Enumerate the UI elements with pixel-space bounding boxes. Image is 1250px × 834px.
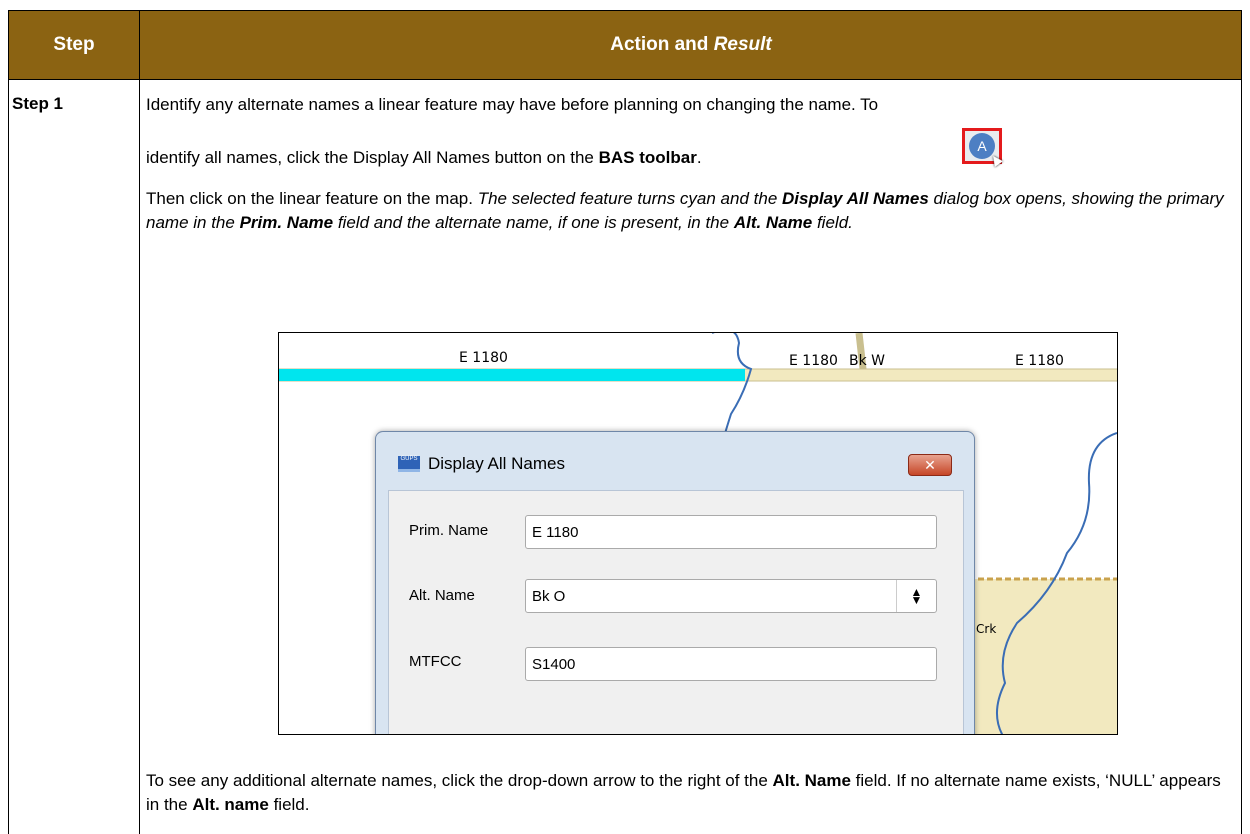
spin-arrows-icon[interactable]: ▲ ▼: [896, 580, 936, 612]
table-header: Step Action and Result: [9, 10, 1241, 80]
dialog-titlebar: GUPS Display All Names: [376, 432, 974, 496]
map-label: E 1180: [459, 350, 508, 366]
close-icon: ✕: [924, 456, 936, 473]
display-all-names-icon: A: [969, 133, 1003, 167]
display-all-names-dialog: GUPS Display All Names ✕ Prim. Name E 11…: [375, 431, 975, 734]
display-all-names-button[interactable]: A: [962, 128, 1003, 167]
alt-name-label: Alt. Name: [409, 587, 475, 604]
header-action-text: Action and: [610, 34, 709, 55]
step-label: Step 1: [12, 94, 64, 113]
instruction-line-1: Identify any alternate names a linear fe…: [146, 95, 879, 114]
instruction-paragraph-3: To see any additional alternate names, c…: [146, 771, 1221, 814]
dialog-title: Display All Names: [428, 454, 565, 473]
map-label: E 1180: [789, 353, 838, 369]
mtfcc-field[interactable]: S1400: [525, 647, 937, 681]
alt-name-dropdown[interactable]: Bk O ▲ ▼: [525, 579, 937, 613]
column-divider: [139, 10, 140, 80]
header-step: Step: [53, 34, 95, 55]
map-label: Bk W: [849, 353, 886, 369]
close-button[interactable]: ✕: [908, 454, 952, 476]
mtfcc-label: MTFCC: [409, 653, 462, 670]
column-divider: [139, 80, 140, 834]
map-label: Crk: [976, 622, 997, 636]
alt-name-value: Bk O: [532, 587, 566, 605]
header-action: Action and Result: [140, 11, 1242, 79]
instruction-paragraph-2: Then click on the linear feature on the …: [146, 189, 1224, 232]
prim-name-field[interactable]: E 1180: [525, 515, 937, 549]
map-screenshot: E 1180 E 1180 Bk W E 1180 Crk GUPS Displ…: [278, 332, 1118, 735]
bas-toolbar-text: BAS toolbar: [598, 148, 697, 167]
land-area: [969, 579, 1117, 734]
dialog-body: Prim. Name E 1180 Alt. Name Bk O ▲ ▼ MTFC…: [388, 490, 964, 734]
gups-logo-icon: GUPS: [398, 456, 420, 472]
header-result-text: Result: [713, 34, 772, 55]
instruction-line-2: identify all names, click the Display Al…: [146, 148, 702, 167]
selected-road: [279, 369, 745, 381]
prim-name-label: Prim. Name: [409, 522, 489, 539]
map-label: E 1180: [1015, 353, 1064, 369]
